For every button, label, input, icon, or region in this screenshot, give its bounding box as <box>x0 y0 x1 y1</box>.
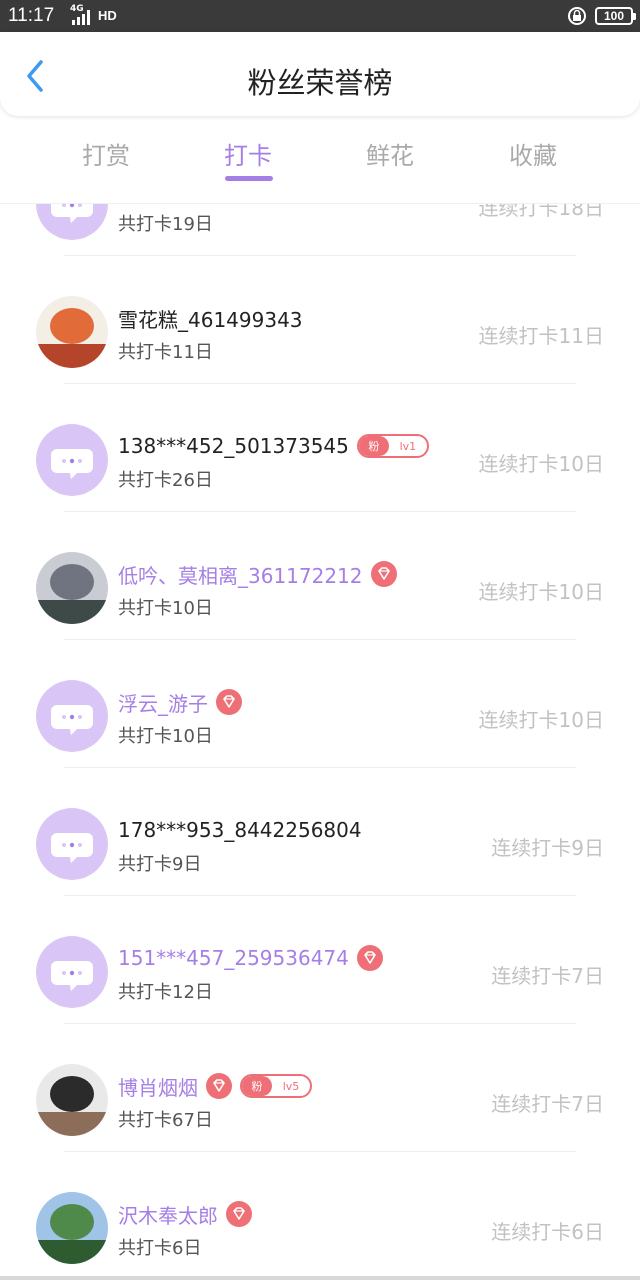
bottom-scroll-edge <box>0 1276 640 1280</box>
username: 浮云_游子 <box>118 691 208 716</box>
chat-bubble-icon <box>36 424 108 496</box>
consecutive-checkin-days: 连续打卡11日 <box>478 324 604 348</box>
username: 沢木奉太郎 <box>118 1203 218 1228</box>
avatar[interactable] <box>36 204 108 240</box>
total-checkin-days: 共打卡9日 <box>118 854 202 875</box>
vip-diamond-icon <box>206 1073 232 1099</box>
chat-bubble-icon <box>36 936 108 1008</box>
total-checkin-days: 共打卡10日 <box>118 598 213 619</box>
avatar[interactable] <box>36 936 108 1008</box>
name-line: 138***452_501373545 粉 lv1 <box>118 432 429 460</box>
status-time: 11:17 <box>8 5 55 26</box>
vip-diamond-icon <box>356 945 383 971</box>
username: 『忘川★流年』 <box>118 204 256 205</box>
total-checkin-days: 共打卡12日 <box>118 982 213 1003</box>
user-photo <box>36 296 108 368</box>
fan-badge-level: lv5 <box>282 1079 300 1093</box>
avatar[interactable] <box>36 808 108 880</box>
battery-indicator: 100 <box>595 7 636 25</box>
name-line: 博肖烟烟 粉 lv5 <box>118 1072 312 1100</box>
name-line: 151***457_259536474 <box>118 944 383 972</box>
fan-badge-label: 粉 <box>358 436 389 456</box>
name-line: 178***953_8442256804 <box>118 816 362 844</box>
fan-level-badge: 粉 lv5 <box>240 1074 312 1098</box>
consecutive-checkin-days: 连续打卡10日 <box>478 580 604 604</box>
avatar[interactable] <box>36 1192 108 1264</box>
consecutive-checkin-days: 连续打卡7日 <box>491 1092 604 1116</box>
username: 雪花糕_461499343 <box>118 307 303 332</box>
signal-icon <box>72 10 90 25</box>
username: 178***953_8442256804 <box>118 818 362 842</box>
status-bar: 11:17 4G HD 100 <box>0 0 640 32</box>
vip-diamond-icon <box>370 561 397 587</box>
list-item[interactable]: 沢木奉太郎共打卡6日 连续打卡6日 <box>0 1152 640 1280</box>
user-photo <box>36 552 108 624</box>
fan-badge-level: lv1 <box>399 439 417 453</box>
consecutive-checkin-days: 连续打卡9日 <box>491 836 604 860</box>
chat-bubble-icon <box>36 808 108 880</box>
tab-reward[interactable]: 打赏 <box>36 136 176 171</box>
list-item[interactable]: 博肖烟烟 粉 lv5 共打卡67日 连续打卡7日 <box>0 1024 640 1152</box>
consecutive-checkin-days: 连续打卡10日 <box>478 452 604 476</box>
chat-bubble-icon <box>36 680 108 752</box>
list-item[interactable]: 178***953_8442256804 共打卡9日 连续打卡9日 <box>0 768 640 896</box>
page-title: 粉丝荣誉榜 <box>247 66 393 100</box>
avatar[interactable] <box>36 1064 108 1136</box>
rotation-lock-icon <box>568 7 586 25</box>
vip-diamond-icon <box>226 1201 252 1227</box>
total-checkin-days: 共打卡11日 <box>118 342 213 363</box>
username: 博肖烟烟 <box>118 1075 198 1100</box>
checkin-ranking-list[interactable]: 『忘川★流年』粉 lv1 共打卡19日 连续打卡18日雪花糕_461499343 共打卡… <box>0 204 640 1280</box>
list-item[interactable]: 浮云_游子共打卡10日 连续打卡10日 <box>0 640 640 768</box>
avatar[interactable] <box>36 680 108 752</box>
list-item[interactable]: 低吟、莫相离_361172212 共打卡10日 连续打卡10日 <box>0 512 640 640</box>
user-photo <box>36 1192 108 1264</box>
list-item[interactable]: 『忘川★流年』粉lv1共打卡19日连续打卡18日 <box>0 204 640 256</box>
consecutive-checkin-days: 连续打卡6日 <box>491 1220 604 1244</box>
tab-checkin[interactable]: 打卡 <box>178 136 318 171</box>
total-checkin-days: 共打卡10日 <box>118 726 213 747</box>
name-line: 沢木奉太郎 <box>118 1200 252 1228</box>
active-tab-indicator <box>225 176 273 181</box>
list-item[interactable]: 151***457_259536474 共打卡12日 连续打卡7日 <box>0 896 640 1024</box>
total-checkin-days: 共打卡26日 <box>118 470 213 491</box>
vip-diamond-icon <box>216 689 242 715</box>
hd-indicator: HD <box>98 8 117 23</box>
total-checkin-days: 共打卡67日 <box>118 1110 213 1131</box>
total-checkin-days: 共打卡6日 <box>118 1238 202 1259</box>
avatar[interactable] <box>36 296 108 368</box>
chat-bubble-icon <box>36 204 108 240</box>
consecutive-checkin-days: 连续打卡10日 <box>478 708 604 732</box>
header: 粉丝荣誉榜 <box>0 32 640 116</box>
tab-flowers[interactable]: 鲜花 <box>320 136 460 171</box>
avatar[interactable] <box>36 424 108 496</box>
name-line: 浮云_游子 <box>118 688 242 716</box>
name-line: 低吟、莫相离_361172212 <box>118 560 397 588</box>
name-line: 雪花糕_461499343 <box>118 304 303 332</box>
consecutive-checkin-days: 连续打卡7日 <box>491 964 604 988</box>
list-item[interactable]: 138***452_501373545 粉 lv1 共打卡26日 连续打卡10日 <box>0 384 640 512</box>
username: 151***457_259536474 <box>118 946 349 970</box>
total-checkin-days: 共打卡19日 <box>118 214 213 235</box>
list-item[interactable]: 雪花糕_461499343 共打卡11日 连续打卡11日 <box>0 256 640 384</box>
tab-bar: 打赏 打卡 鲜花 收藏 <box>0 120 640 190</box>
username: 138***452_501373545 <box>118 434 349 458</box>
username: 低吟、莫相离_361172212 <box>118 563 363 588</box>
consecutive-checkin-days: 连续打卡18日 <box>478 204 604 220</box>
fan-badge-label: 粉 <box>242 1076 272 1096</box>
fan-level-badge: 粉 lv1 <box>356 434 429 458</box>
user-photo <box>36 1064 108 1136</box>
avatar[interactable] <box>36 552 108 624</box>
tab-favorites[interactable]: 收藏 <box>463 136 603 171</box>
